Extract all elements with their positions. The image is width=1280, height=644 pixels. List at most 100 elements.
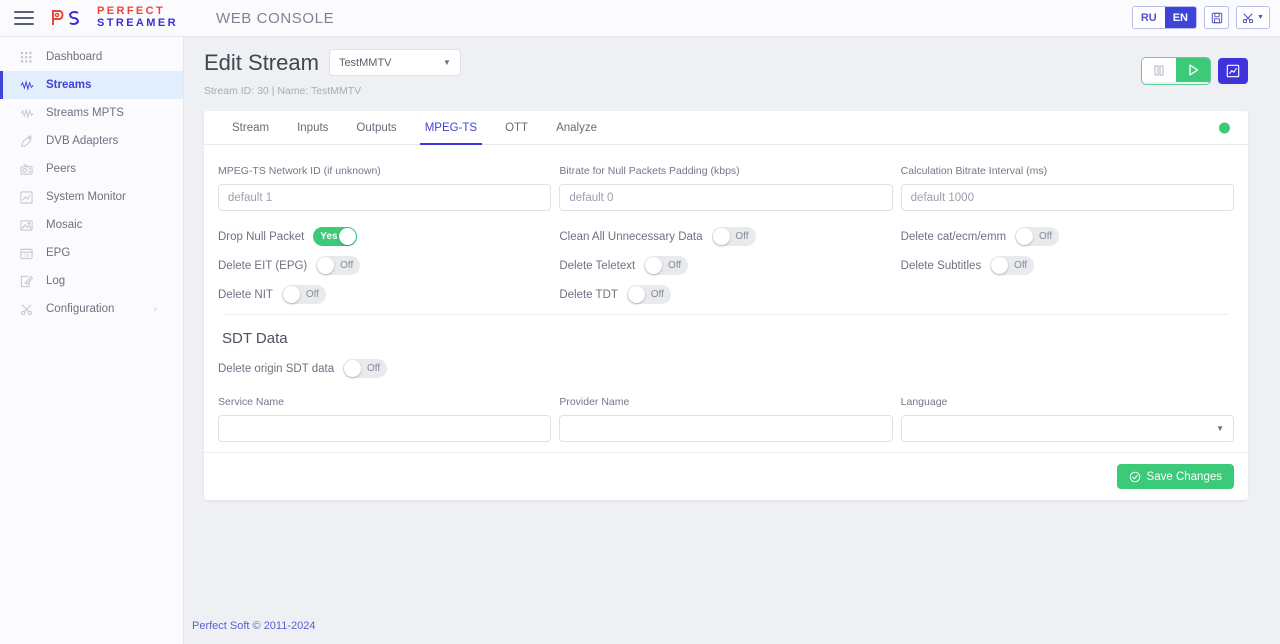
service-name-input[interactable]: [218, 415, 551, 442]
sidebar-item-mosaic[interactable]: Mosaic: [0, 211, 183, 239]
null-padding-input[interactable]: [559, 184, 892, 211]
sidebar-item-label: Dashboard: [46, 51, 102, 63]
stream-selector[interactable]: TestMMTV ▼: [329, 49, 461, 76]
toggle-label: Delete EIT (EPG): [218, 260, 307, 272]
sdt-fields-row: Service Name Provider Name Language ▼: [218, 396, 1234, 442]
chevron-down-icon: ▼: [443, 58, 451, 67]
top-bar: PERFECT STREAMER WEB CONSOLE RU EN ▼: [0, 0, 1280, 37]
tab-analyze[interactable]: Analyze: [542, 111, 611, 144]
toggle-state-text: Off: [1014, 260, 1027, 271]
field-provider-name: Provider Name: [559, 396, 892, 442]
lang-en-button[interactable]: EN: [1165, 7, 1196, 28]
pause-button[interactable]: [1142, 58, 1176, 82]
mpeg-ts-panel: MPEG-TS Network ID (if unknown) Bitrate …: [204, 145, 1248, 452]
field-calc-interval: Calculation Bitrate Interval (ms): [901, 165, 1234, 211]
sidebar-item-dvb-adapters[interactable]: DVB Adapters: [0, 127, 183, 155]
sidebar-item-dashboard[interactable]: Dashboard: [0, 43, 183, 71]
card-footer: Save Changes: [204, 452, 1248, 500]
toggle-knob: [283, 286, 300, 303]
language-select[interactable]: ▼: [901, 415, 1234, 442]
field-provider-name-label: Provider Name: [559, 396, 892, 408]
toggle-label: Delete cat/ecm/emm: [901, 231, 1006, 243]
play-button[interactable]: [1176, 58, 1210, 82]
calc-interval-input[interactable]: [901, 184, 1234, 211]
chevron-right-icon: ›: [154, 304, 157, 315]
delete-nit-toggle[interactable]: Off: [282, 285, 326, 304]
tab-label: OTT: [505, 122, 528, 134]
topbar-actions: RU EN ▼: [1132, 6, 1270, 29]
radio-icon: [20, 163, 42, 176]
sidebar-item-label: Configuration: [46, 303, 114, 315]
sidebar-item-label: Peers: [46, 163, 76, 175]
sidebar-item-label: Streams: [46, 79, 91, 91]
sdt-delete-origin-label: Delete origin SDT data: [218, 363, 334, 375]
delete-tdt-toggle[interactable]: Off: [627, 285, 671, 304]
analytics-button[interactable]: [1218, 58, 1248, 84]
toggle-label: Delete TDT: [559, 289, 618, 301]
play-icon: [1188, 64, 1199, 76]
toggle-knob: [713, 228, 730, 245]
stream-status-dot: [1219, 122, 1230, 133]
image-icon: [20, 219, 42, 232]
ps-monogram-icon: [50, 8, 90, 28]
toggle-field-clean-unnecessary: Clean All Unnecessary Data Off: [559, 227, 892, 246]
chevron-down-icon: ▼: [1257, 14, 1264, 21]
sidebar-item-configuration[interactable]: Configuration ›: [0, 295, 183, 323]
sidebar-item-label: Mosaic: [46, 219, 82, 231]
pause-icon: [1154, 65, 1164, 76]
toggle-state-text: Off: [340, 260, 353, 271]
save-changes-button[interactable]: Save Changes: [1117, 464, 1234, 489]
tab-label: Stream: [232, 122, 269, 134]
clean-unnecessary-toggle[interactable]: Off: [712, 227, 756, 246]
language-switcher[interactable]: RU EN: [1132, 6, 1197, 29]
brand-logo[interactable]: PERFECT STREAMER: [50, 6, 178, 29]
sidebar-item-streams-mpts[interactable]: Streams MPTS: [0, 99, 183, 127]
tab-ott[interactable]: OTT: [491, 111, 542, 144]
sdt-delete-origin-toggle[interactable]: Off: [343, 359, 387, 378]
field-calc-interval-label: Calculation Bitrate Interval (ms): [901, 165, 1234, 177]
drop-null-packet-toggle[interactable]: Yes: [313, 227, 357, 246]
toggle-field-delete-teletext: Delete TeletextOff: [559, 256, 892, 275]
sidebar-item-log[interactable]: Log: [0, 267, 183, 295]
save-changes-label: Save Changes: [1147, 471, 1222, 483]
hamburger-icon[interactable]: [14, 11, 34, 25]
toggle-state-text: Off: [1039, 231, 1052, 242]
waveform-icon: [20, 107, 42, 120]
calendar-icon: 16: [20, 247, 42, 260]
sidebar-item-epg[interactable]: 16EPG: [0, 239, 183, 267]
field-null-padding-label: Bitrate for Null Packets Padding (kbps): [559, 165, 892, 177]
delete-teletext-toggle[interactable]: Off: [644, 256, 688, 275]
tab-outputs[interactable]: Outputs: [342, 111, 410, 144]
sidebar-item-system-monitor[interactable]: System Monitor: [0, 183, 183, 211]
delete-eit-toggle[interactable]: Off: [316, 256, 360, 275]
floppy-disk-icon[interactable]: [1204, 6, 1229, 29]
tab-stream[interactable]: Stream: [218, 111, 283, 144]
delete-cat-ecm-emm-toggle[interactable]: Off: [1015, 227, 1059, 246]
toggle-knob: [1016, 228, 1033, 245]
tab-mpeg-ts[interactable]: MPEG-TS: [411, 111, 491, 144]
sidebar-item-streams[interactable]: Streams: [0, 71, 183, 99]
tools-icon[interactable]: ▼: [1236, 6, 1270, 29]
toggle-label: Drop Null Packet: [218, 231, 304, 243]
toggle-row: Delete NITOffDelete TDTOff: [218, 285, 1234, 304]
footer-copyright: Perfect Soft © 2011-2024: [192, 620, 315, 632]
stream-meta: Stream ID: 30 | Name: TestMMTV: [204, 85, 1260, 97]
lang-ru-button[interactable]: RU: [1133, 7, 1165, 28]
tab-label: Inputs: [297, 122, 328, 134]
toggle-row: Drop Null Packet Yes Clean All Unnecessary…: [218, 227, 1234, 246]
network-id-input[interactable]: [218, 184, 551, 211]
sidebar: Dashboard Streams Streams MPTSDVB Adapters…: [0, 37, 184, 644]
provider-name-input[interactable]: [559, 415, 892, 442]
toggle-section: Drop Null Packet Yes Clean All Unnecessary…: [218, 227, 1234, 304]
waveform-icon: [20, 79, 42, 92]
sidebar-item-label: Log: [46, 275, 65, 287]
stream-controls: [1142, 58, 1248, 84]
tab-inputs[interactable]: Inputs: [283, 111, 342, 144]
field-network-id-label: MPEG-TS Network ID (if unknown): [218, 165, 551, 177]
delete-subtitles-toggle[interactable]: Off: [990, 256, 1034, 275]
sidebar-item-peers[interactable]: Peers: [0, 155, 183, 183]
toggle-spacer: [901, 285, 1234, 304]
toggle-label: Clean All Unnecessary Data: [559, 231, 702, 243]
line-chart-icon: [20, 191, 42, 204]
tab-label: MPEG-TS: [425, 122, 477, 134]
